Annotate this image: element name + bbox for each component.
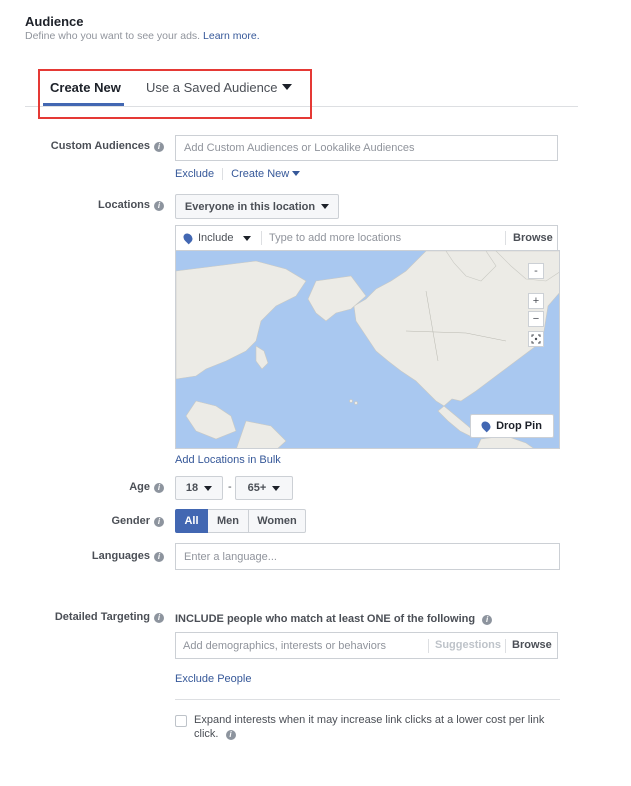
caret-down-icon (292, 171, 301, 176)
exclude-people-link[interactable]: Exclude People (175, 673, 251, 685)
drop-pin-label: Drop Pin (496, 420, 542, 432)
info-icon[interactable]: i (482, 615, 493, 625)
learn-more-link[interactable]: Learn more. (203, 30, 260, 42)
locations-browse-button[interactable]: Browse (513, 232, 553, 244)
create-new-label: Create New (231, 168, 290, 180)
detailed-browse-button[interactable]: Browse (512, 639, 552, 651)
detailed-targeting-label: Detailed Targeting i (24, 611, 164, 623)
info-icon[interactable]: i (154, 142, 164, 152)
info-icon[interactable]: i (154, 483, 164, 493)
detailed-targeting-label-text: Detailed Targeting (54, 611, 150, 623)
info-icon[interactable]: i (154, 201, 164, 211)
create-new-dropdown[interactable]: Create New (231, 168, 301, 180)
location-search-bar: Include Type to add more locations Brows… (175, 225, 558, 251)
location-search-input[interactable]: Type to add more locations (269, 232, 401, 244)
include-prefix: INCLUDE (175, 613, 224, 625)
include-divider (261, 231, 262, 245)
include-label: Include (198, 232, 234, 244)
expand-interests-text: Expand interests when it may increase li… (194, 714, 545, 740)
gender-men-button[interactable]: Men (208, 509, 249, 533)
map-collapse-button[interactable]: - (528, 263, 544, 279)
info-icon[interactable]: i (225, 730, 236, 740)
age-max-dropdown[interactable]: 65+ (235, 476, 293, 500)
location-type-label: Everyone in this location (184, 200, 316, 213)
map-zoom-in-button[interactable]: + (528, 293, 544, 309)
add-locations-bulk-link[interactable]: Add Locations in Bulk (175, 454, 281, 466)
location-map[interactable]: - + − Drop Pin (175, 250, 560, 449)
section-title: Audience (25, 14, 84, 29)
age-min-dropdown[interactable]: 18 (175, 476, 223, 500)
locations-label-text: Locations (98, 199, 150, 211)
gender-women-button[interactable]: Women (249, 509, 306, 533)
age-label: Age i (24, 481, 164, 493)
gender-label-text: Gender (111, 515, 150, 527)
info-icon[interactable]: i (154, 517, 164, 527)
browse-divider (505, 231, 506, 245)
location-pin-icon (479, 419, 493, 433)
include-criteria-text: INCLUDE people who match at least ONE of… (175, 613, 493, 625)
caret-down-icon (321, 204, 330, 209)
custom-audiences-actions: Exclude Create New (175, 168, 301, 180)
map-zoom-out-button[interactable]: − (528, 311, 544, 327)
include-description: people who match at least ONE of the fol… (226, 613, 476, 625)
info-icon[interactable]: i (154, 552, 164, 562)
expand-interests-label: Expand interests when it may increase li… (194, 713, 554, 741)
detailed-targeting-input[interactable]: Add demographics, interests or behaviors (183, 640, 386, 652)
expand-interests-checkbox[interactable] (175, 715, 187, 727)
gender-all-button[interactable]: All (175, 509, 208, 533)
languages-label: Languages i (24, 550, 164, 562)
languages-label-text: Languages (91, 550, 150, 562)
exclude-link[interactable]: Exclude (175, 168, 214, 180)
include-dropdown[interactable]: Include (181, 231, 252, 245)
section-subtitle: Define who you want to see your ads. Lea… (25, 30, 260, 42)
locations-label: Locations i (24, 199, 164, 211)
languages-input[interactable]: Enter a language... (175, 543, 560, 570)
custom-audiences-label: Custom Audiences i (24, 140, 164, 152)
caret-down-icon (243, 235, 252, 241)
age-label-text: Age (129, 481, 150, 493)
targeting-divider (175, 699, 560, 700)
location-pin-icon (181, 231, 195, 245)
subtitle-text: Define who you want to see your ads. (25, 30, 201, 42)
custom-audiences-input[interactable]: Add Custom Audiences or Lookalike Audien… (175, 135, 558, 161)
custom-audiences-label-text: Custom Audiences (50, 140, 150, 152)
caret-down-icon (204, 485, 213, 491)
age-min-value: 18 (185, 482, 199, 494)
location-type-dropdown[interactable]: Everyone in this location (175, 194, 339, 219)
gender-label: Gender i (24, 515, 164, 527)
age-separator: - (228, 481, 232, 493)
drop-pin-button[interactable]: Drop Pin (470, 414, 554, 438)
browse-divider (505, 639, 506, 653)
map-fullscreen-icon[interactable] (528, 331, 544, 347)
caret-down-icon (272, 485, 281, 491)
age-max-value: 65+ (247, 482, 267, 494)
info-icon[interactable]: i (154, 613, 164, 623)
highlight-annotation-box (38, 69, 312, 119)
actions-divider (222, 168, 224, 180)
suggestions-divider (428, 639, 429, 653)
detailed-targeting-search: Add demographics, interests or behaviors… (175, 632, 558, 659)
suggestions-button[interactable]: Suggestions (435, 639, 501, 651)
gender-segmented-control: All Men Women (175, 509, 306, 533)
